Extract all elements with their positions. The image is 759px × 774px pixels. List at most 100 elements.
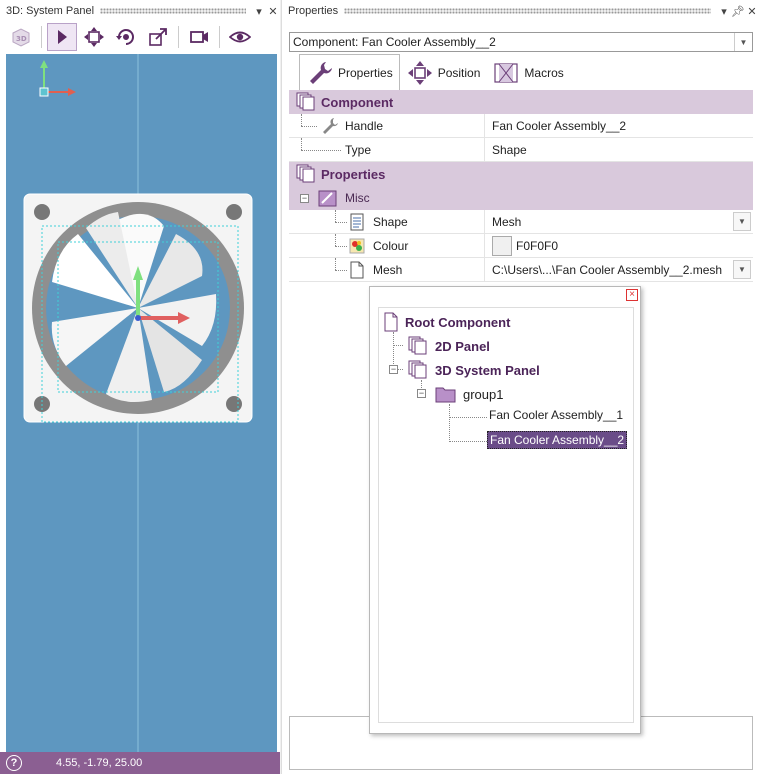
drag-grip[interactable] <box>344 8 711 14</box>
shape-doc-icon <box>350 213 364 230</box>
tree-node-3d-system-panel[interactable]: 3D System Panel <box>407 360 540 380</box>
component-tree: Root Component 2D Panel − 3D System Pane… <box>378 307 634 723</box>
tree-connector <box>301 114 302 126</box>
3d-viewport[interactable] <box>6 54 277 752</box>
category-label: Properties <box>321 166 386 182</box>
chevron-down-icon[interactable]: ▼ <box>734 33 752 51</box>
help-icon[interactable]: ? <box>6 755 22 771</box>
select-arrow-icon <box>58 30 67 44</box>
tree-node-label: Fan Cooler Assembly__2 <box>487 431 628 449</box>
subcategory-misc[interactable]: − Misc <box>289 186 753 210</box>
tree-node-label: Root Component <box>405 314 511 330</box>
select-button[interactable] <box>47 23 77 51</box>
drag-grip[interactable] <box>100 8 246 14</box>
tree-connector <box>449 404 450 442</box>
category-component[interactable]: Component <box>289 90 753 114</box>
tree-node-group1[interactable]: group1 <box>435 384 503 404</box>
property-label: Type <box>345 142 372 157</box>
rotate-button[interactable] <box>111 23 141 51</box>
property-label: Handle <box>345 118 384 133</box>
chevron-down-icon[interactable]: ▼ <box>733 260 751 279</box>
panel-title: Properties <box>288 5 339 17</box>
tree-connector <box>301 150 341 151</box>
tree-node-label: Fan Cooler Assembly__1 <box>489 408 624 422</box>
property-row-colour[interactable]: Colour F0F0F0 <box>289 234 753 258</box>
tree-connector <box>449 417 487 418</box>
3d-view-icon: 3D <box>12 28 30 47</box>
close-icon[interactable]: × <box>626 289 638 301</box>
scale-icon <box>149 28 167 46</box>
tree-connector <box>335 234 336 246</box>
component-stack-icon <box>408 360 427 379</box>
tab-macros[interactable]: Macros <box>486 56 569 90</box>
mesh-dropdown[interactable]: C:\Users\...\Fan Cooler Assembly__2.mesh… <box>485 258 753 281</box>
toolbar-separator <box>41 26 42 48</box>
tree-connector <box>449 441 487 442</box>
property-row-shape[interactable]: Shape Mesh ▼ <box>289 210 753 234</box>
3d-view-button[interactable]: 3D <box>6 23 36 51</box>
pin-icon[interactable]: 📌︎ <box>731 5 745 18</box>
camera-button[interactable] <box>184 23 214 51</box>
tree-node-root[interactable]: Root Component <box>383 312 510 332</box>
tree-connector <box>335 222 347 223</box>
tree-connector <box>335 210 336 222</box>
wrench-small-icon <box>323 117 338 134</box>
tree-node-2d-panel[interactable]: 2D Panel <box>407 336 490 356</box>
collapse-toggle-icon[interactable]: − <box>417 389 426 398</box>
property-key: Mesh <box>289 258 485 281</box>
tree-connector <box>335 246 347 247</box>
tab-properties[interactable]: Properties <box>299 54 400 90</box>
folder-icon <box>435 387 456 403</box>
status-bar: ? 4.55, -1.79, 25.00 <box>0 752 280 774</box>
tree-connector <box>393 345 403 346</box>
property-value[interactable]: Fan Cooler Assembly__2 <box>485 114 753 137</box>
component-stack-icon <box>296 92 315 111</box>
chevron-down-icon[interactable]: ▼ <box>733 212 751 231</box>
component-stack-icon <box>296 164 315 183</box>
property-value[interactable]: Shape <box>485 138 753 161</box>
property-row-mesh[interactable]: Mesh C:\Users\...\Fan Cooler Assembly__2… <box>289 258 753 282</box>
component-select[interactable]: Component: Fan Cooler Assembly__2 ▼ <box>289 32 753 52</box>
property-value: C:\Users\...\Fan Cooler Assembly__2.mesh <box>492 262 723 277</box>
colour-palette-icon <box>349 238 365 253</box>
collapse-toggle-icon[interactable]: − <box>389 365 398 374</box>
scene <box>23 54 253 752</box>
category-properties[interactable]: Properties <box>289 162 753 186</box>
rotate-icon <box>116 29 134 45</box>
property-label: Shape <box>373 214 408 229</box>
close-icon[interactable]: ✕ <box>745 5 759 18</box>
misc-folder-icon <box>318 190 337 207</box>
tab-label: Macros <box>524 66 564 80</box>
tab-strip: Properties Position Macros <box>299 54 570 90</box>
world-axis-gizmo <box>39 60 76 97</box>
component-tree-popup: × Root Component 2D Panel − 3D System Pa… <box>369 286 641 734</box>
property-value: Mesh <box>492 214 522 229</box>
tree-connector <box>335 270 347 271</box>
tree-node-fan-cooler-1[interactable]: Fan Cooler Assembly__1 <box>489 408 623 422</box>
tab-position[interactable]: Position <box>400 56 487 90</box>
tree-connector <box>335 258 336 270</box>
category-label: Component <box>321 94 394 110</box>
property-row-type[interactable]: Type Shape <box>289 138 753 162</box>
close-icon[interactable]: ✕ <box>266 5 280 18</box>
property-key: Shape <box>289 210 485 233</box>
shape-dropdown[interactable]: Mesh ▼ <box>485 210 753 233</box>
tab-label: Position <box>437 66 481 80</box>
panel-title-bar: 3D: System Panel ▾ ✕ <box>0 0 280 22</box>
panel-title-bar: Properties ▾ 📌︎ ✕ <box>282 0 759 22</box>
move-icon <box>84 27 104 47</box>
property-row-handle[interactable]: Handle Fan Cooler Assembly__2 <box>289 114 753 138</box>
visibility-button[interactable] <box>225 23 255 51</box>
colour-swatch[interactable] <box>492 235 512 256</box>
system-panel-3d: 3D: System Panel ▾ ✕ 3D ? 4.55, -1.79, 2… <box>0 0 280 774</box>
move-button[interactable] <box>79 23 109 51</box>
scale-button[interactable] <box>143 23 173 51</box>
tab-label: Properties <box>338 65 393 80</box>
tree-node-fan-cooler-2[interactable]: Fan Cooler Assembly__2 <box>487 431 628 449</box>
collapse-toggle-icon[interactable]: − <box>300 193 309 203</box>
panel-menu-icon[interactable]: ▾ <box>252 5 266 18</box>
position-icon <box>407 61 432 85</box>
panel-menu-icon[interactable]: ▾ <box>717 5 731 18</box>
colour-field[interactable]: F0F0F0 <box>485 234 753 257</box>
subcategory-label: Misc <box>345 191 370 205</box>
